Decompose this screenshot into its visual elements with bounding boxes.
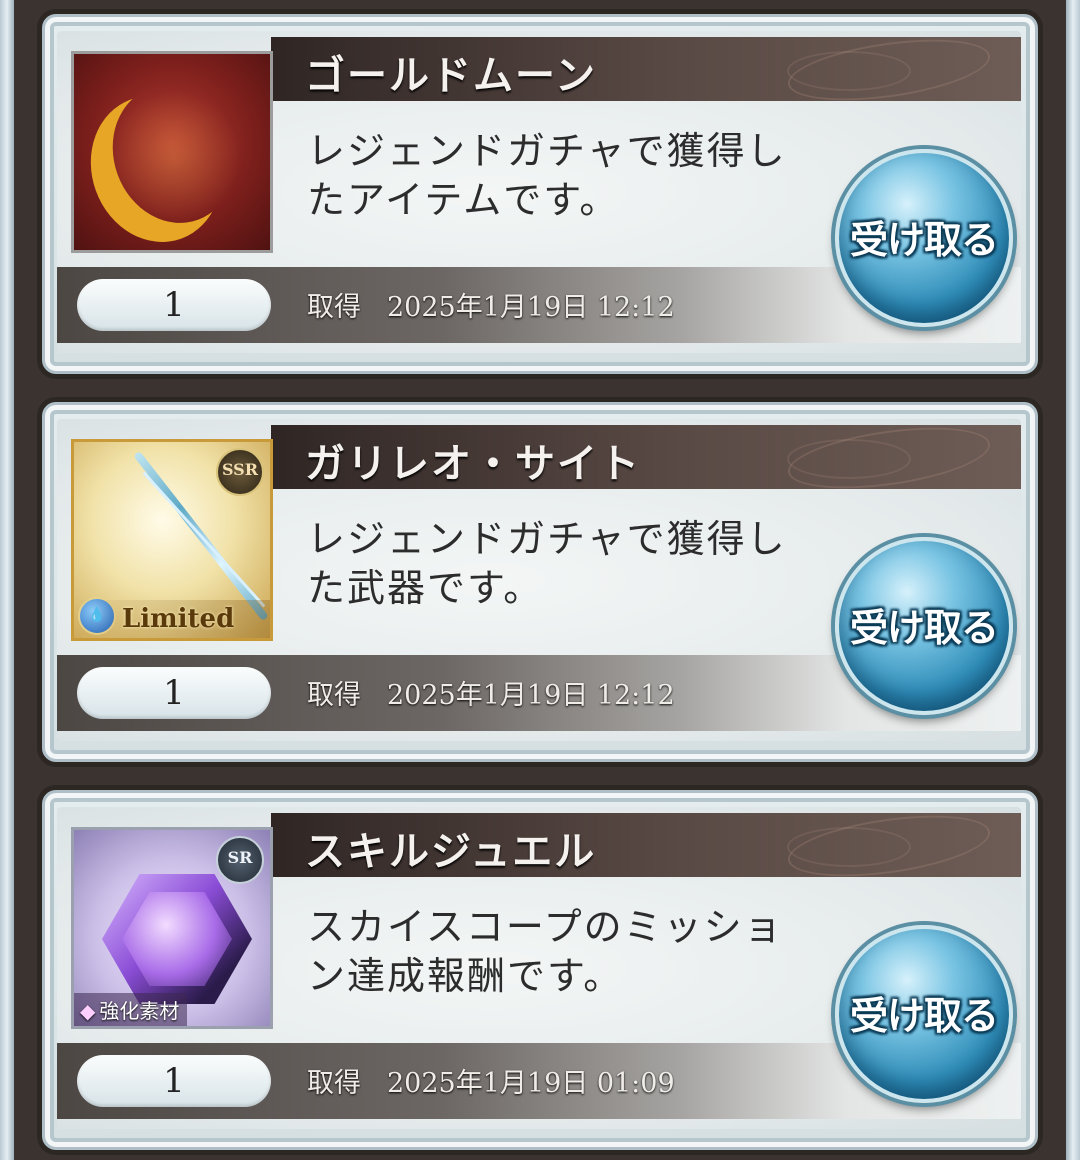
card-inner: ガリレオ・サイト レジェンドガチャで獲得し た武器です。 1 取得 2025年1月…	[57, 419, 1021, 741]
present-card: ゴールドムーン レジェンドガチャで獲得し たアイテムです。 1 取得 2025年1…	[42, 14, 1038, 374]
card-inner: スキルジュエル スカイスコープのミッショ ン達成報酬です。 1 取得 2025年1…	[57, 807, 1021, 1129]
rarity-badge: SSR	[216, 448, 264, 496]
item-count: 1	[77, 279, 271, 331]
bow-weapon-icon: SSR 💧 Limited	[71, 439, 273, 641]
card-inner: ゴールドムーン レジェンドガチャで獲得し たアイテムです。 1 取得 2025年1…	[57, 31, 1021, 353]
frame-left	[0, 0, 14, 1160]
claim-button[interactable]: 受け取る	[835, 149, 1013, 327]
claim-label: 受け取る	[849, 606, 999, 650]
item-description: レジェンドガチャで獲得し たアイテムです。	[307, 127, 827, 225]
claim-label: 受け取る	[849, 994, 999, 1038]
rarity-badge: SR	[216, 836, 264, 884]
skill-jewel-icon: SR ◆ 強化素材	[71, 827, 273, 1029]
item-name: ガリレオ・サイト	[305, 441, 641, 487]
desc-line: ン達成報酬です。	[307, 954, 624, 998]
desc-line: た武器です。	[307, 566, 544, 610]
desc-line: スカイスコープのミッショ	[307, 905, 784, 949]
present-card: スキルジュエル スカイスコープのミッショ ン達成報酬です。 1 取得 2025年1…	[42, 790, 1038, 1150]
present-card: ガリレオ・サイト レジェンドガチャで獲得し た武器です。 1 取得 2025年1月…	[42, 402, 1038, 762]
item-description: スカイスコープのミッショ ン達成報酬です。	[307, 903, 827, 1001]
acquired-date: 2025年1月19日 12:12	[387, 292, 675, 323]
desc-line: レジェンドガチャで獲得し	[307, 517, 787, 561]
desc-line: レジェンドガチャで獲得し	[307, 129, 787, 173]
claim-button[interactable]: 受け取る	[835, 925, 1013, 1103]
item-count: 1	[77, 667, 271, 719]
acquired-date: 2025年1月19日 12:12	[387, 680, 675, 711]
material-tag-label: 強化素材	[99, 999, 180, 1023]
acquired-label: 取得	[307, 1068, 361, 1099]
material-tag: ◆ 強化素材	[74, 993, 188, 1026]
claim-label: 受け取る	[849, 218, 999, 262]
acquired-label: 取得	[307, 680, 361, 711]
acquired-label: 取得	[307, 292, 361, 323]
gold-moon-icon	[71, 51, 273, 253]
acquired-info: 取得 2025年1月19日 12:12	[307, 285, 675, 324]
claim-button[interactable]: 受け取る	[835, 537, 1013, 715]
item-count: 1	[77, 1055, 271, 1107]
item-description: レジェンドガチャで獲得し た武器です。	[307, 515, 827, 613]
acquired-info: 取得 2025年1月19日 12:12	[307, 673, 675, 712]
desc-line: たアイテムです。	[307, 178, 620, 222]
item-name: スキルジュエル	[305, 829, 597, 875]
frame-right	[1066, 0, 1080, 1160]
acquired-date: 2025年1月19日 01:09	[387, 1068, 675, 1099]
diamond-icon: ◆	[80, 999, 96, 1023]
acquired-info: 取得 2025年1月19日 01:09	[307, 1061, 675, 1100]
limited-tag: Limited	[74, 600, 270, 638]
item-name: ゴールドムーン	[305, 53, 597, 99]
